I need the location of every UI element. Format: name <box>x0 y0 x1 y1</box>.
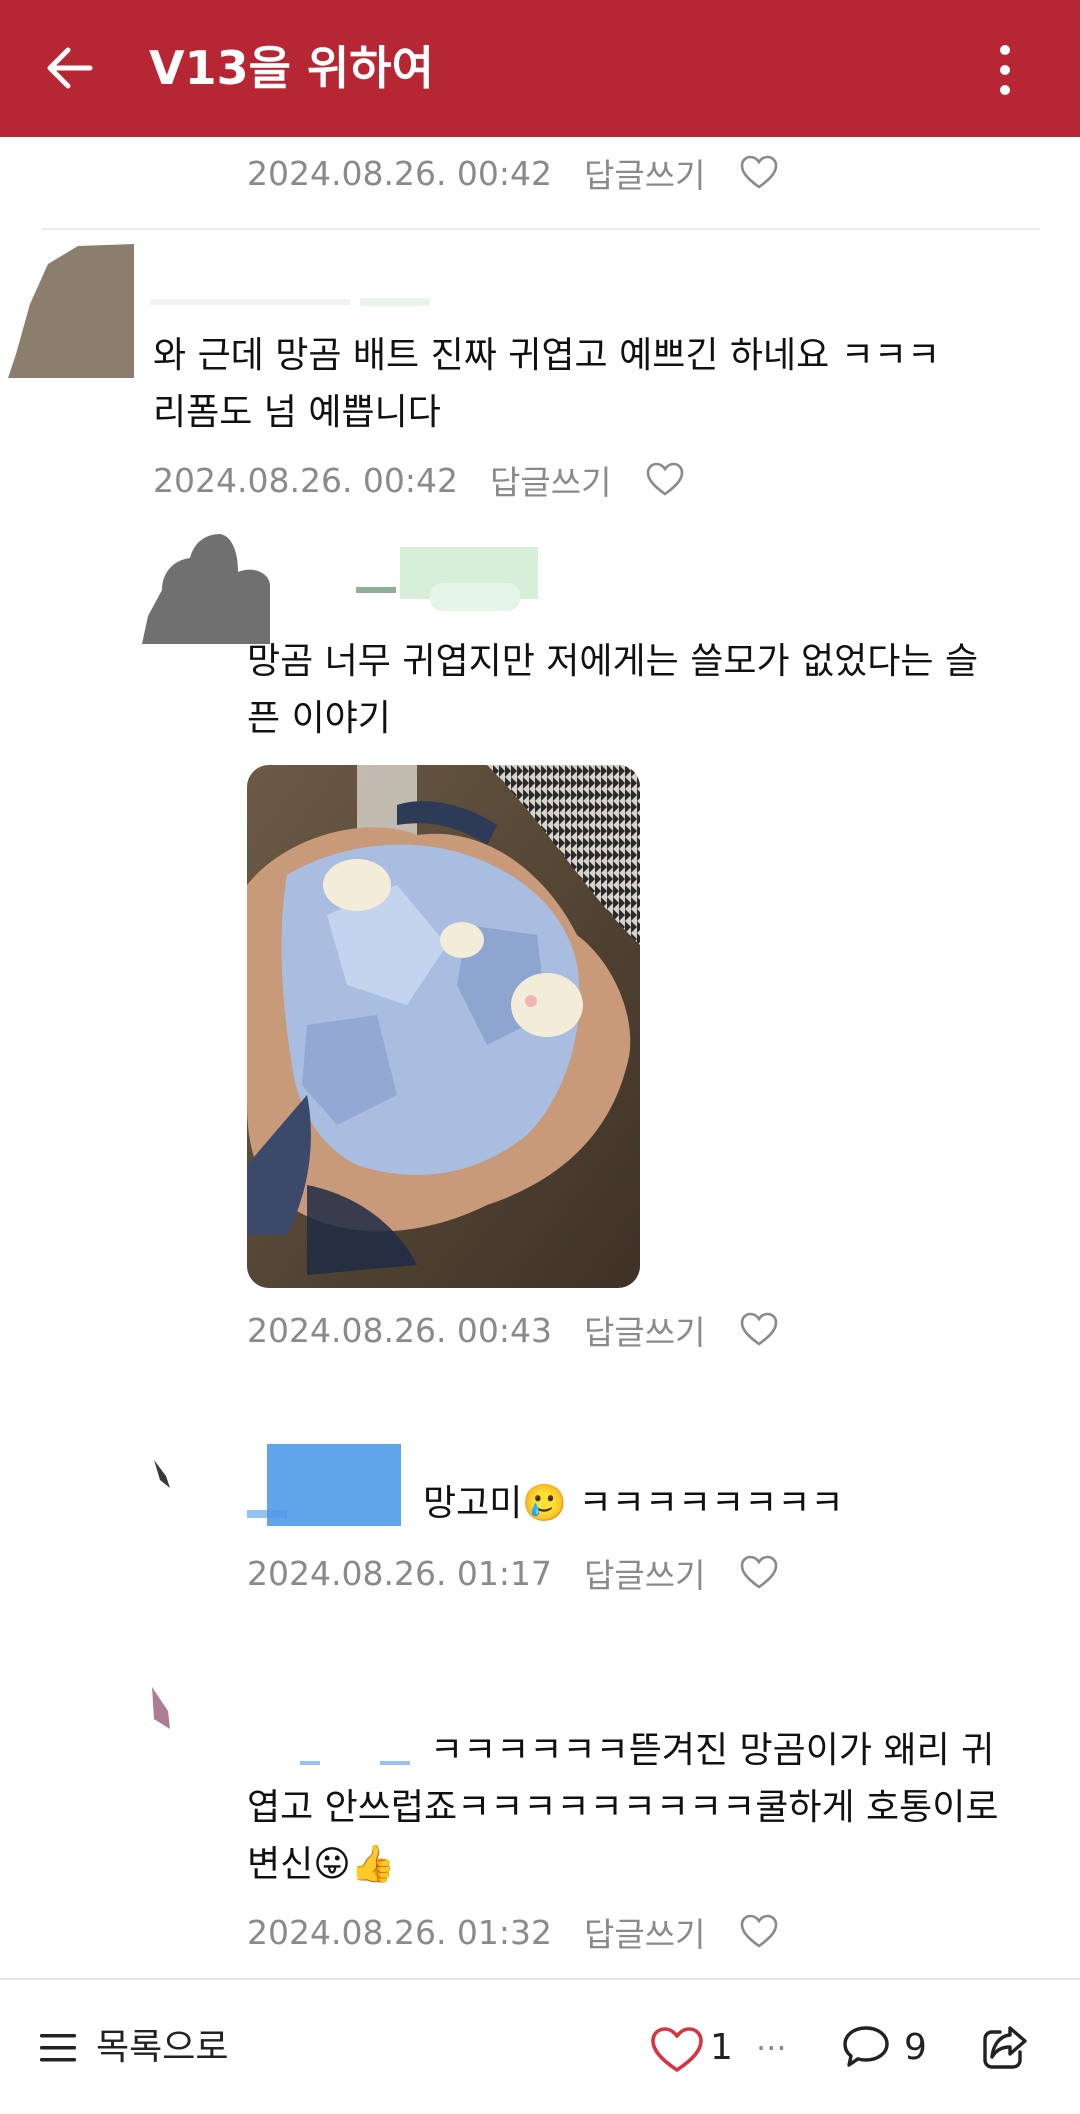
avatar[interactable] <box>142 532 272 644</box>
comment-meta: 2024.08.26. 00:42 답글쓰기 <box>153 455 685 505</box>
heart-icon[interactable] <box>739 1553 779 1593</box>
heart-icon[interactable] <box>739 153 779 193</box>
comment-meta: 2024.08.26. 00:42 답글쓰기 <box>247 148 779 198</box>
avatar[interactable] <box>152 1458 172 1490</box>
likers-more-button[interactable]: ··· <box>756 2020 787 2076</box>
avatar[interactable] <box>150 1685 174 1733</box>
bottom-bar: 목록으로 1 ··· 9 <box>0 1978 1080 2114</box>
avatar[interactable] <box>8 244 134 378</box>
reply-button[interactable]: 답글쓰기 <box>584 1908 705 1956</box>
comment-text: 망고미🥲 ㅋㅋㅋㅋㅋㅋㅋㅋ <box>423 1483 844 1524</box>
speech-bubble-icon[interactable] <box>842 2024 890 2070</box>
comment-date: 2024.08.26. 00:42 <box>247 153 553 193</box>
reply-button[interactable]: 답글쓰기 <box>584 1549 705 1597</box>
reply-button[interactable]: 답글쓰기 <box>490 456 611 504</box>
reply-mention[interactable] <box>247 1440 407 1530</box>
comment-count: 9 <box>904 2027 927 2068</box>
back-to-list-button[interactable]: 목록으로 <box>96 2020 228 2076</box>
heart-icon[interactable] <box>650 2026 704 2074</box>
comment-meta: 2024.08.26. 01:32 답글쓰기 <box>247 1907 779 1957</box>
comment-text: 와 근데 망곰 배트 진짜 귀엽고 예쁘긴 하네요 ㅋㅋㅋ 리폼도 넘 예쁩니다 <box>153 335 941 433</box>
author-name[interactable] <box>350 547 540 617</box>
comment-meta: 2024.08.26. 01:17 답글쓰기 <box>247 1548 779 1598</box>
comment-photo[interactable] <box>247 765 640 1288</box>
page-title: V13을 위하여 <box>149 41 434 95</box>
author-name[interactable] <box>150 295 430 309</box>
comment-meta: 2024.08.26. 00:43 답글쓰기 <box>247 1305 779 1355</box>
more-vertical-icon[interactable] <box>990 40 1020 100</box>
comment-date: 2024.08.26. 01:32 <box>247 1912 553 1952</box>
share-icon[interactable] <box>980 2022 1030 2072</box>
comment-date: 2024.08.26. 01:17 <box>247 1553 553 1593</box>
menu-lines-icon[interactable] <box>40 2032 76 2064</box>
comment-date: 2024.08.26. 00:42 <box>153 460 459 500</box>
heart-icon[interactable] <box>739 1310 779 1350</box>
reply-button[interactable]: 답글쓰기 <box>584 149 705 197</box>
comment-text: 망곰 너무 귀엽지만 저에게는 쓸모가 없었다는 슬 픈 이야기 <box>247 641 979 739</box>
arrow-left-icon[interactable] <box>40 38 100 98</box>
heart-icon[interactable] <box>739 1912 779 1952</box>
comment-divider <box>42 228 1040 230</box>
reply-button[interactable]: 답글쓰기 <box>584 1306 705 1354</box>
heart-icon[interactable] <box>645 460 685 500</box>
like-count: 1 <box>710 2027 733 2068</box>
comment-text: ㅋㅋㅋㅋㅋㅋ뜯겨진 망곰이가 왜리 귀 엽고 안쓰럽죠ㅋㅋㅋㅋㅋㅋㅋㅋㅋ쿨하게 … <box>247 1730 999 1885</box>
app-header: V13을 위하여 <box>0 0 1080 137</box>
comment-date: 2024.08.26. 00:43 <box>247 1310 553 1350</box>
